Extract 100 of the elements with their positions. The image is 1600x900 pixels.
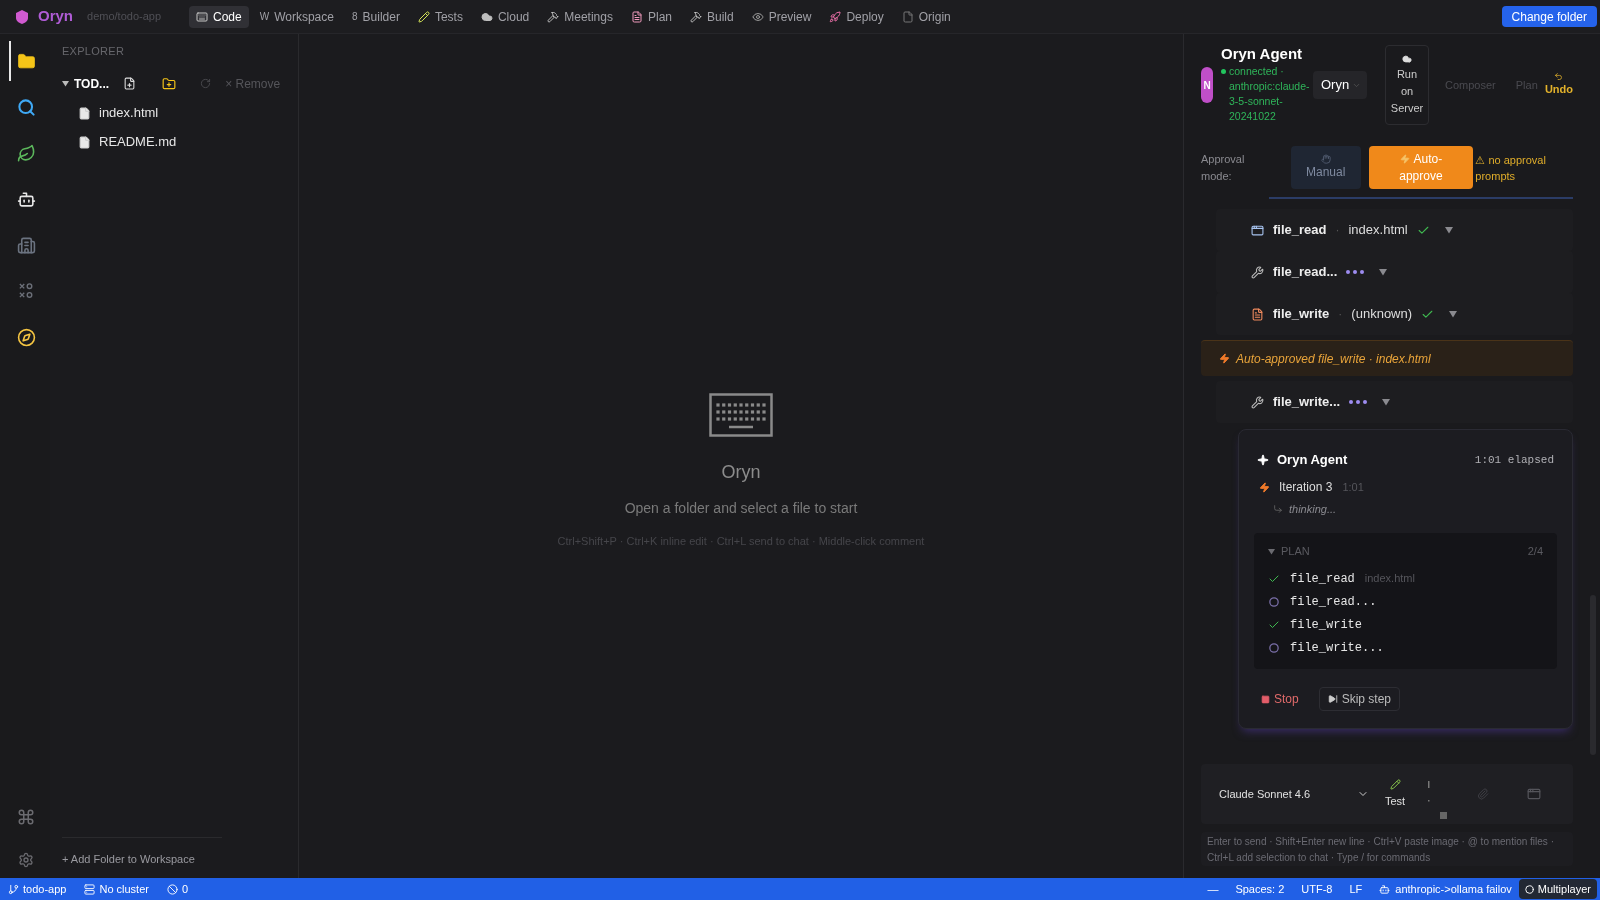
eye-icon bbox=[751, 10, 764, 23]
separator: · bbox=[1338, 306, 1343, 323]
nav-tab[interactable]: Cloud bbox=[473, 5, 537, 28]
tool-name: file_read bbox=[1273, 221, 1327, 240]
skip-icon bbox=[1327, 694, 1338, 704]
branch-icon bbox=[8, 883, 19, 895]
cloud-icon bbox=[1402, 53, 1412, 64]
step-name: file_read bbox=[1290, 570, 1355, 588]
nav-tab[interactable]: Origin bbox=[894, 5, 958, 28]
expand-caret-icon[interactable] bbox=[1444, 226, 1453, 234]
bolt-icon bbox=[1259, 481, 1270, 493]
hammer-icon bbox=[690, 10, 702, 23]
step-detail: index.html bbox=[1364, 571, 1415, 587]
compass-icon bbox=[16, 327, 36, 347]
tool-name: file_read... bbox=[1273, 263, 1338, 282]
status-item[interactable]: 0 bbox=[166, 880, 189, 898]
change-folder-button[interactable]: Change folder bbox=[1501, 6, 1597, 27]
no-entry-icon bbox=[166, 883, 178, 895]
file-icon bbox=[78, 106, 91, 120]
file-item[interactable]: index.html bbox=[62, 98, 298, 128]
file-icon bbox=[78, 135, 91, 149]
editor-title: Oryn bbox=[721, 460, 761, 484]
model-select[interactable]: Claude Sonnet 4.6 bbox=[1219, 782, 1369, 806]
app-name: Oryn bbox=[38, 6, 73, 27]
agent-select[interactable]: Oryn bbox=[1313, 71, 1367, 99]
expand-caret-icon[interactable] bbox=[1382, 398, 1391, 406]
undo-button[interactable]: Undo bbox=[1544, 72, 1573, 98]
multiplayer-button[interactable]: Multiplayer bbox=[1518, 879, 1597, 899]
file-item[interactable]: README.md bbox=[62, 127, 298, 157]
thinking-status: thinking... bbox=[1289, 501, 1337, 517]
wrench-icon bbox=[1251, 265, 1264, 279]
sparkle-icon bbox=[1257, 454, 1269, 466]
approval-label: Approval mode: bbox=[1201, 151, 1246, 184]
nav-tab[interactable]: 8 Builder bbox=[344, 5, 407, 28]
indicator-icon bbox=[1427, 781, 1448, 821]
nav-tab[interactable]: Tests bbox=[410, 5, 470, 28]
tool-target: (unknown) bbox=[1351, 305, 1413, 324]
arrow-icon bbox=[1273, 504, 1283, 514]
tool-name: file_write... bbox=[1273, 393, 1341, 412]
robot-icon bbox=[1379, 883, 1391, 895]
leaf-icon bbox=[16, 143, 36, 163]
status-item[interactable]: UTF-8 bbox=[1301, 880, 1333, 898]
document-icon bbox=[630, 10, 643, 23]
nav-tab[interactable]: Plan bbox=[623, 5, 679, 28]
panel-title: EXPLORER bbox=[62, 44, 126, 59]
separator: · bbox=[1335, 222, 1340, 239]
server-icon bbox=[84, 883, 96, 895]
stop-square-icon bbox=[1261, 694, 1270, 704]
skip-step-button[interactable]: Skip step bbox=[1318, 687, 1401, 711]
add-folder-link[interactable]: + Add Folder to Workspace bbox=[62, 851, 195, 868]
nav-tab[interactable]: W Workspace bbox=[252, 5, 341, 28]
agent-title: Oryn Agent bbox=[1221, 44, 1304, 64]
nav-tab[interactable]: Preview bbox=[744, 5, 819, 28]
bolt-icon bbox=[1219, 353, 1230, 364]
agent-avatar: N bbox=[1201, 67, 1213, 103]
run-on-server-button[interactable]: Run on Server bbox=[1385, 45, 1429, 125]
stop-button[interactable]: Stop bbox=[1261, 687, 1299, 711]
tool-target: index.html bbox=[1348, 221, 1408, 240]
test-button[interactable]: Test bbox=[1385, 778, 1406, 810]
folder-toggle[interactable]: TOD... bbox=[62, 74, 110, 93]
settings-icon[interactable] bbox=[18, 852, 34, 868]
status-item[interactable]: todo-app bbox=[8, 880, 67, 898]
expand-caret-icon[interactable] bbox=[1379, 268, 1388, 276]
new-file-icon[interactable] bbox=[123, 77, 137, 90]
keyboard-icon bbox=[709, 392, 773, 437]
approval-option[interactable]: Manual bbox=[1290, 146, 1361, 189]
command-icon[interactable] bbox=[17, 808, 35, 826]
building-icon bbox=[16, 235, 36, 255]
status-item[interactable]: LF bbox=[1349, 880, 1363, 898]
nav-tab[interactable]: Build bbox=[683, 5, 741, 28]
message-input[interactable]: Enter to send · Shift+Enter new line · Ctrl+V paste image · @ to mention files · Ctrl+L add selection to chat · Type / for commands bbox=[1201, 832, 1573, 866]
step-name: file_write bbox=[1290, 616, 1362, 634]
x-o-icon bbox=[19, 283, 33, 299]
nav-tab[interactable]: Meetings bbox=[540, 5, 620, 28]
expand-caret-icon[interactable] bbox=[1449, 310, 1458, 318]
search-icon bbox=[16, 97, 36, 117]
connection-status: connected · anthropic:claude-3-5-sonnet-20241022 bbox=[1229, 64, 1311, 124]
nav-tab[interactable]: Code bbox=[189, 5, 249, 28]
step-name: file_read... bbox=[1290, 593, 1377, 611]
status-item[interactable]: anthropic->ollama failov bbox=[1379, 880, 1512, 898]
notice-text: Auto-approved file_write · index.html bbox=[1236, 350, 1431, 368]
wrench-icon bbox=[1251, 395, 1264, 409]
status-item[interactable]: Spaces: 2 bbox=[1235, 880, 1285, 898]
undo-icon bbox=[1554, 72, 1564, 82]
nav-tab[interactable]: Deploy bbox=[822, 5, 891, 28]
keyboard-icon bbox=[196, 10, 208, 23]
logo-icon bbox=[16, 9, 28, 24]
document-icon bbox=[901, 10, 914, 23]
bolt-icon bbox=[1399, 153, 1410, 164]
step-name: file_write... bbox=[1290, 639, 1384, 657]
status-item[interactable]: — bbox=[1207, 880, 1219, 898]
paperclip-icon[interactable] bbox=[1477, 788, 1490, 800]
empty-message: Open a folder and select a file to start bbox=[624, 498, 858, 518]
status-item[interactable]: No cluster bbox=[84, 880, 149, 898]
hammer-icon bbox=[547, 10, 560, 23]
pencil-icon bbox=[417, 10, 430, 23]
robot-icon bbox=[16, 189, 36, 209]
new-folder-icon[interactable] bbox=[162, 76, 177, 91]
approval-warning: ⚠ no approval prompts bbox=[1475, 152, 1547, 184]
hand-icon bbox=[1320, 154, 1331, 164]
